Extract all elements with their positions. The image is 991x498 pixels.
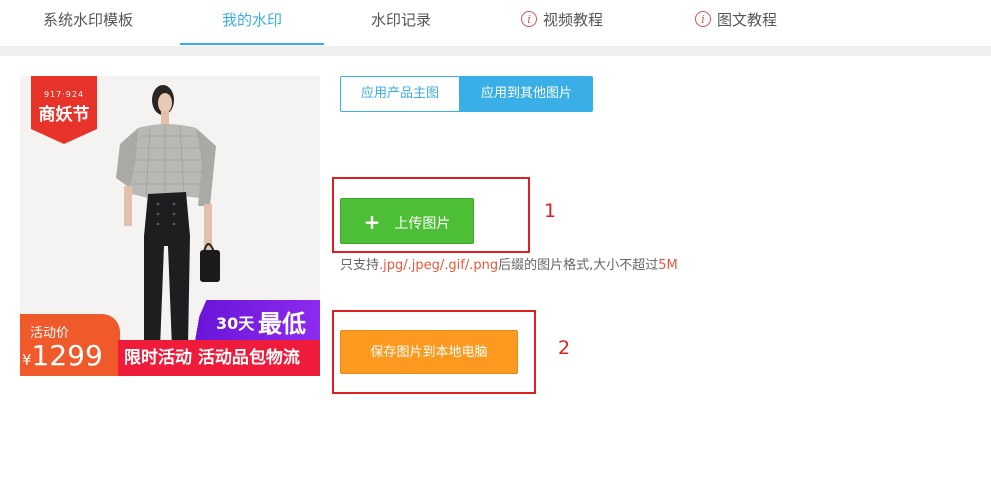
save-to-local-button[interactable]: 保存图片到本地电脑 [340, 330, 518, 374]
tab-bar: 系统水印模板 我的水印 水印记录 i 视频教程 i 图文教程 [0, 0, 991, 46]
tab-label: 水印记录 [370, 11, 431, 29]
price-value: 1299 [31, 339, 103, 372]
promo-strip: 限时活动 活动品包物流 [118, 340, 320, 376]
plus-icon: + [363, 210, 381, 234]
price-banner: 活动价 ¥1299 限时活动 活动品包物流 [20, 314, 320, 376]
apply-main-image-button[interactable]: 应用产品主图 [340, 76, 461, 112]
apply-other-images-button[interactable]: 应用到其他图片 [460, 76, 594, 112]
tab-label: 系统水印模板 [42, 11, 133, 29]
tab-watermark-records[interactable]: 水印记录 [340, 0, 462, 46]
badge-date: 917·924 [43, 90, 85, 99]
product-image: 917·924 商妖节 30天 最低价 活动价 ¥1299 限时活动 活动品包物… [20, 76, 320, 376]
price-box: 活动价 ¥1299 [20, 314, 120, 376]
apply-mode-toggle: 应用产品主图 应用到其他图片 [340, 76, 594, 112]
tab-label: 我的水印 [221, 11, 282, 29]
tab-text-tutorial[interactable]: i 图文教程 [684, 0, 788, 46]
upload-label: 上传图片 [394, 216, 451, 232]
tab-label: 图文教程 [716, 11, 777, 29]
tab-label: 视频教程 [542, 11, 603, 29]
hint-prefix: 只支持 [340, 258, 380, 273]
price-amount: ¥1299 [22, 340, 103, 376]
annotation-label-1: 1 [544, 200, 557, 222]
annotation-label-2: 2 [558, 337, 571, 359]
badge-title: 商妖节 [38, 105, 90, 125]
divider-band [0, 46, 991, 56]
active-tab-indicator [180, 43, 324, 45]
hint-formats: .jpg/.jpeg/.gif/.png [379, 258, 499, 273]
tab-video-tutorial[interactable]: i 视频教程 [510, 0, 614, 46]
info-icon: i [694, 10, 711, 27]
hint-middle: 后缀的图片格式,大小不超过 [498, 258, 659, 273]
hint-size: 5M [658, 258, 678, 273]
tab-system-templates[interactable]: 系统水印模板 [20, 0, 156, 46]
upload-hint: 只支持.jpg/.jpeg/.gif/.png后缀的图片格式,大小不超过5M [340, 254, 678, 273]
info-icon: i [520, 10, 537, 27]
upload-image-button[interactable]: + 上传图片 [340, 198, 474, 244]
tab-my-watermark[interactable]: 我的水印 [180, 0, 324, 46]
currency-symbol: ¥ [22, 351, 32, 369]
